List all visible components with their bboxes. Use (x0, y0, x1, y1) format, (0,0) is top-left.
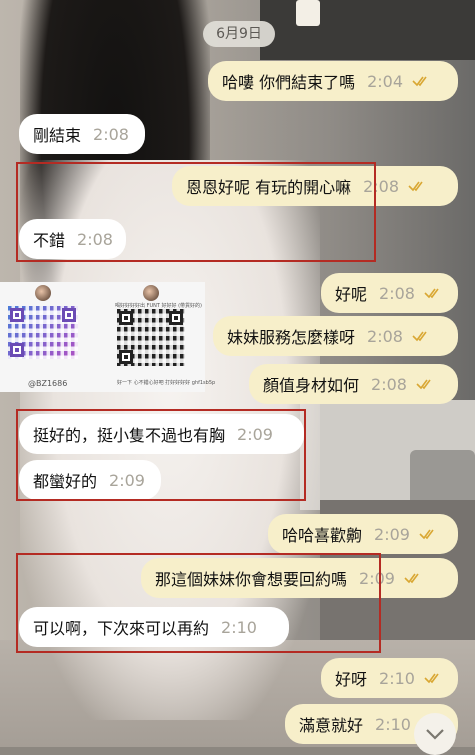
scroll-to-bottom-button[interactable] (414, 713, 456, 755)
double-check-icon (412, 331, 427, 342)
avatar (143, 285, 159, 301)
message-bubble-outgoing[interactable]: 妹妹服務怎麼樣呀 2:08 (213, 316, 458, 356)
highlight-frame (16, 409, 306, 501)
qr-code (8, 306, 78, 359)
promo-footer: 好一下 心不錯心好吧 打好好好好 ghf1sb5p (117, 380, 216, 386)
message-bubble-outgoing[interactable]: 好呀 2:10 (321, 658, 458, 698)
message-text: 顏值身材如何 (263, 376, 360, 395)
message-time: 2:09 (374, 524, 410, 544)
message-bubble-outgoing[interactable]: 好呢 2:08 (321, 273, 458, 313)
message-time: 2:08 (367, 326, 403, 346)
message-bubble-outgoing[interactable]: 顏值身材如何 2:08 (249, 364, 458, 404)
double-check-icon (424, 288, 439, 299)
chevron-down-icon (426, 729, 444, 740)
message-time: 2:10 (375, 714, 411, 734)
message-time: 2:08 (371, 374, 407, 394)
qr-code (117, 309, 185, 366)
highlight-frame (16, 553, 381, 653)
double-check-icon (404, 573, 419, 584)
message-time: 2:10 (379, 668, 415, 688)
promo-caption: @BZ1686 (28, 379, 68, 388)
promo-header: 喝好好好好出 FUNT 好好好 (帶貨好的) (115, 303, 203, 309)
double-check-icon (416, 379, 431, 390)
double-check-icon (419, 529, 434, 540)
double-check-icon (412, 76, 427, 87)
message-text: 好呢 (335, 285, 368, 304)
date-chip: 6月9日 (203, 21, 275, 47)
message-time: 2:04 (367, 71, 404, 91)
message-text: 好呀 (335, 670, 368, 689)
message-text: 妹妹服務怎麼樣呀 (227, 328, 356, 347)
message-time: 2:08 (379, 283, 415, 303)
message-text: 哈嘍 你們結束了嗎 (222, 73, 356, 92)
message-text: 哈哈喜歡齁 (282, 526, 363, 545)
message-bubble-incoming[interactable]: 剛結束 2:08 (19, 114, 145, 154)
avatar (35, 285, 51, 301)
highlight-frame (16, 162, 376, 262)
message-bubble-outgoing[interactable]: 哈哈喜歡齁 2:09 (268, 514, 458, 554)
message-time: 2:08 (93, 124, 129, 144)
promo-image: @BZ1686 喝好好好好出 FUNT 好好好 (帶貨好的) 好一下 心不錯心好… (0, 282, 215, 392)
message-text: 滿意就好 (299, 716, 364, 735)
message-text: 剛結束 (33, 126, 82, 145)
message-bubble-outgoing[interactable]: 哈嘍 你們結束了嗎 2:04 (208, 61, 458, 101)
double-check-icon (408, 181, 423, 192)
double-check-icon (424, 673, 439, 684)
